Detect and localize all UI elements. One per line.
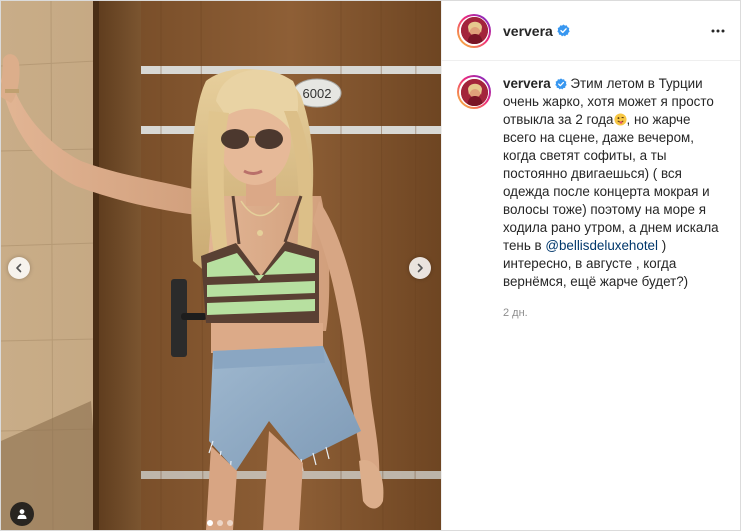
- more-options-icon[interactable]: [710, 23, 726, 39]
- carousel-prev-button[interactable]: [8, 257, 30, 279]
- carousel-next-button[interactable]: [409, 257, 431, 279]
- chevron-left-icon: [16, 263, 22, 273]
- caption-part-2: , но жарче всего на сцене, даже вечером,…: [503, 112, 719, 253]
- caption-username[interactable]: ververa: [503, 76, 551, 91]
- caption-text: ververa Этим летом в Турции очень жарко,…: [503, 75, 721, 322]
- header-username[interactable]: ververa: [503, 23, 553, 39]
- post-header: ververa: [442, 1, 740, 61]
- winking-tongue-emoji-icon: [613, 113, 627, 126]
- carousel-indicator: [207, 520, 233, 526]
- user-tag-icon: [17, 509, 27, 519]
- verified-badge-icon: [555, 78, 567, 90]
- post-media[interactable]: 6002: [1, 1, 441, 530]
- post-timestamp[interactable]: 2 дн.: [503, 304, 721, 322]
- post-sidebar: ververa ververa Этим летом в Турции очен…: [441, 1, 740, 530]
- avatar[interactable]: [457, 13, 491, 48]
- carousel-dot-active: [207, 520, 213, 526]
- caption-block: ververa Этим летом в Турции очень жарко,…: [442, 61, 740, 322]
- chevron-right-icon: [417, 263, 423, 273]
- post-photo: 6002: [1, 1, 441, 530]
- mention-link[interactable]: @bellisdeluxehotel: [545, 238, 658, 253]
- svg-text:6002: 6002: [303, 86, 332, 101]
- carousel-dot: [217, 520, 223, 526]
- carousel-dot: [227, 520, 233, 526]
- verified-badge-icon: [557, 24, 570, 37]
- instagram-post: 6002 ververa ververa Этим летом в Турции…: [0, 0, 741, 531]
- caption-avatar[interactable]: [457, 75, 491, 109]
- tagged-users-button[interactable]: [10, 502, 34, 526]
